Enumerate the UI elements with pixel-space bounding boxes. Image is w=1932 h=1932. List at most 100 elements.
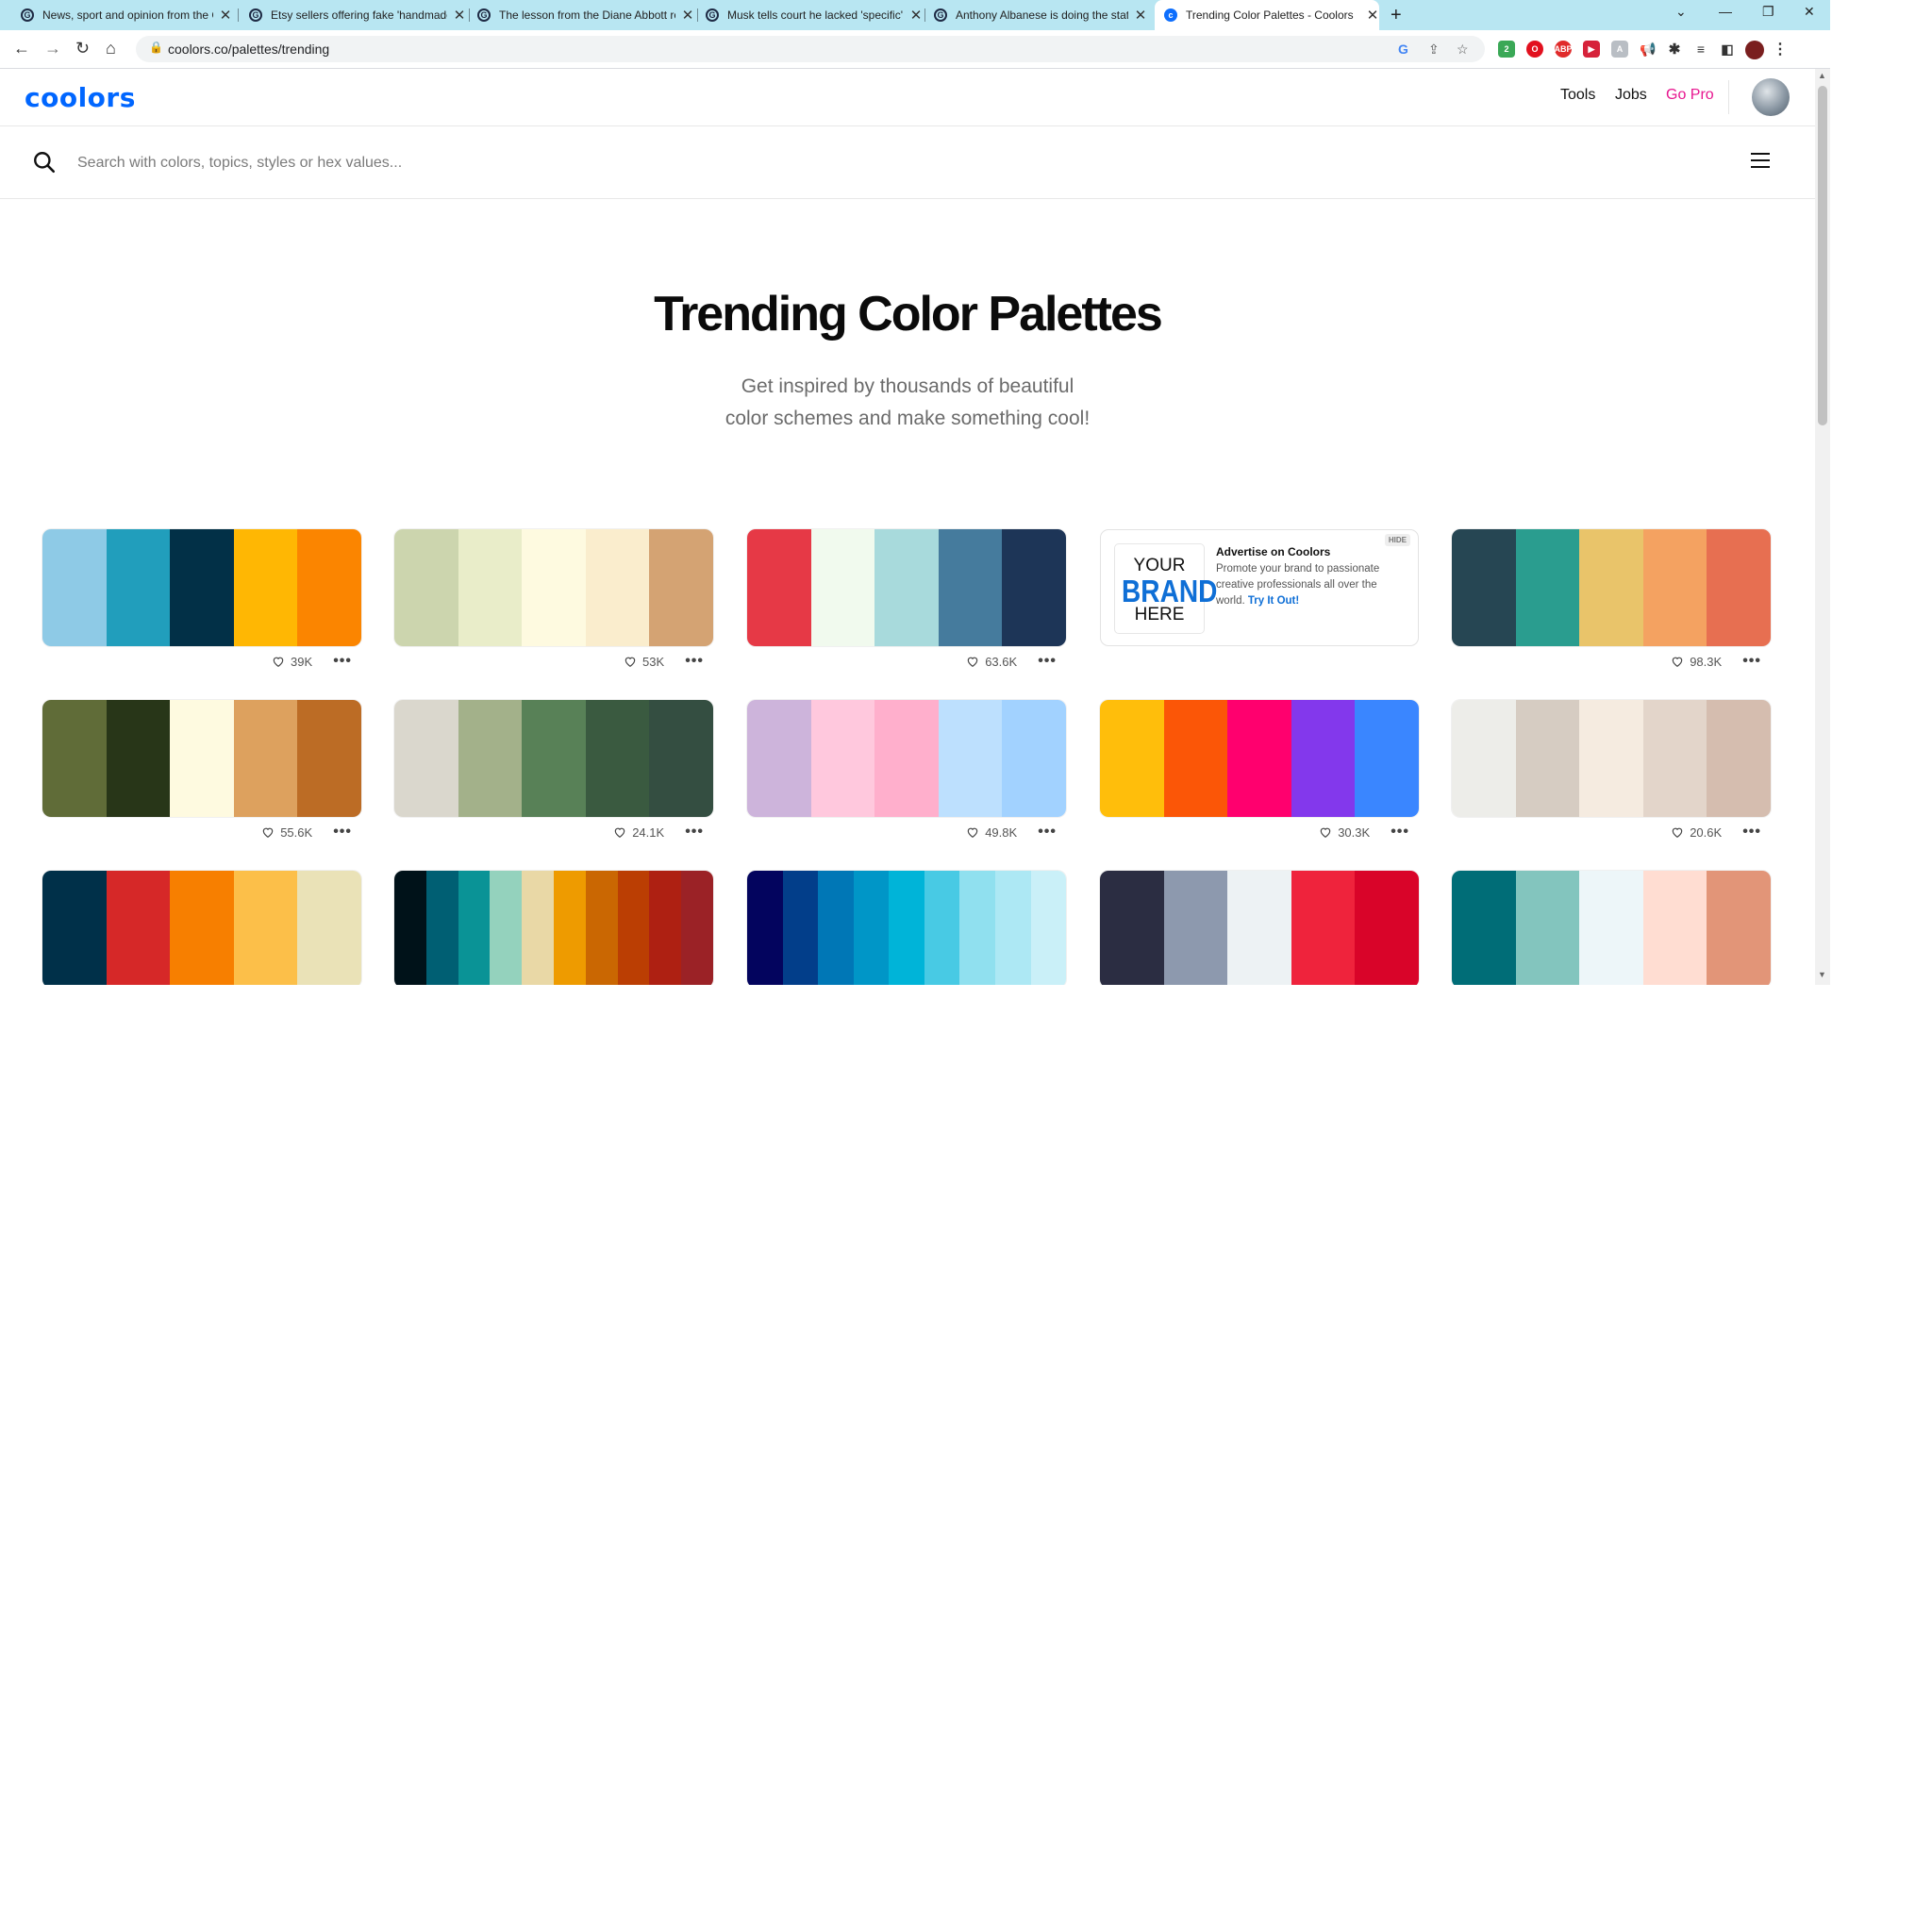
palette-card[interactable] — [394, 871, 713, 985]
heart-icon[interactable] — [1671, 825, 1684, 839]
browser-tab[interactable]: G The lesson from the Diane Abbott row ✕ — [477, 0, 694, 30]
palette-card[interactable] — [1452, 871, 1771, 985]
color-swatch[interactable] — [1227, 700, 1291, 817]
color-swatch[interactable] — [170, 871, 234, 985]
browser-tab[interactable]: G Etsy sellers offering fake 'handmade' … — [249, 0, 466, 30]
color-swatch[interactable] — [170, 529, 234, 646]
color-swatch[interactable] — [649, 700, 713, 817]
home-icon[interactable]: ⌂ — [106, 39, 116, 58]
color-swatch[interactable] — [1030, 871, 1066, 985]
color-swatch[interactable] — [297, 700, 361, 817]
heart-icon[interactable] — [1671, 655, 1684, 668]
browser-tab-active[interactable]: c Trending Color Palettes - Coolors ✕ — [1155, 0, 1379, 30]
bookmark-star-icon[interactable]: ☆ — [1457, 42, 1469, 58]
minimize-button[interactable]: — — [1719, 4, 1732, 19]
color-swatch[interactable] — [1579, 871, 1643, 985]
palette-card[interactable] — [42, 871, 361, 985]
ad-card[interactable]: YOUR BRAND HERE Advertise on Coolors Pro… — [1100, 529, 1419, 646]
nav-tools[interactable]: Tools — [1560, 87, 1595, 104]
color-swatch[interactable] — [522, 871, 554, 985]
scroll-down-arrow[interactable]: ▼ — [1818, 970, 1826, 979]
color-swatch[interactable] — [1515, 529, 1580, 646]
forward-icon[interactable]: → — [44, 39, 61, 58]
color-swatch[interactable] — [747, 871, 783, 985]
color-swatch[interactable] — [1579, 700, 1643, 817]
color-swatch[interactable] — [1452, 871, 1516, 985]
close-tab-icon[interactable]: ✕ — [453, 7, 466, 24]
color-swatch[interactable] — [924, 871, 960, 985]
address-url[interactable]: coolors.co/palettes/trending — [168, 42, 329, 57]
color-swatch[interactable] — [425, 871, 458, 985]
heart-icon[interactable] — [261, 825, 275, 839]
color-swatch[interactable] — [233, 529, 298, 646]
color-swatch[interactable] — [1291, 871, 1356, 985]
ad-hide-button[interactable]: HIDE — [1384, 534, 1410, 546]
heart-icon[interactable] — [272, 655, 285, 668]
more-options-icon[interactable]: ••• — [1742, 824, 1761, 841]
close-tab-icon[interactable]: ✕ — [909, 7, 923, 24]
adblock-icon[interactable]: ABP — [1555, 41, 1573, 58]
color-swatch[interactable] — [1227, 871, 1291, 985]
more-options-icon[interactable]: ••• — [685, 824, 704, 841]
color-swatch[interactable] — [458, 871, 491, 985]
color-swatch[interactable] — [1452, 700, 1516, 817]
color-swatch[interactable] — [585, 871, 618, 985]
close-tab-icon[interactable]: ✕ — [1134, 7, 1147, 24]
side-panel-icon[interactable]: ◧ — [1719, 41, 1736, 58]
coolors-logo[interactable]: coolors — [25, 82, 136, 113]
heart-icon[interactable] — [613, 825, 626, 839]
color-swatch[interactable] — [994, 871, 1031, 985]
color-swatch[interactable] — [1707, 700, 1771, 817]
page-scrollbar[interactable]: ▲ ▼ — [1815, 69, 1830, 985]
color-swatch[interactable] — [1452, 529, 1516, 646]
palette-swatches[interactable] — [394, 700, 713, 817]
color-swatch[interactable] — [585, 529, 650, 646]
scrollbar-thumb[interactable] — [1818, 86, 1827, 425]
color-swatch[interactable] — [42, 529, 107, 646]
color-swatch[interactable] — [106, 700, 171, 817]
color-swatch[interactable] — [1163, 700, 1228, 817]
more-options-icon[interactable]: ••• — [1038, 653, 1057, 670]
color-swatch[interactable] — [394, 871, 426, 985]
nav-go-pro[interactable]: Go Pro — [1666, 87, 1714, 104]
palette-card[interactable]: 55.6K ••• — [42, 700, 361, 847]
palette-card[interactable]: 98.3K ••• — [1452, 529, 1771, 676]
color-swatch[interactable] — [297, 529, 361, 646]
heart-icon[interactable] — [624, 655, 637, 668]
color-swatch[interactable] — [106, 529, 171, 646]
color-swatch[interactable] — [959, 871, 995, 985]
color-swatch[interactable] — [458, 529, 523, 646]
color-swatch[interactable] — [233, 700, 298, 817]
color-swatch[interactable] — [1707, 529, 1771, 646]
color-swatch[interactable] — [1515, 700, 1580, 817]
share-icon[interactable]: ⇪ — [1428, 42, 1440, 58]
color-swatch[interactable] — [810, 529, 875, 646]
close-tab-icon[interactable]: ✕ — [1366, 7, 1379, 24]
color-swatch[interactable] — [522, 700, 586, 817]
color-swatch[interactable] — [522, 529, 586, 646]
palette-card[interactable]: 24.1K ••• — [394, 700, 713, 847]
color-swatch[interactable] — [1707, 871, 1771, 985]
reload-icon[interactable]: ↻ — [75, 39, 90, 58]
color-swatch[interactable] — [1100, 871, 1164, 985]
more-options-icon[interactable]: ••• — [685, 653, 704, 670]
user-avatar[interactable] — [1752, 78, 1790, 116]
search-input[interactable] — [75, 147, 1494, 179]
restore-button[interactable]: ❐ — [1762, 4, 1774, 20]
color-swatch[interactable] — [585, 700, 650, 817]
browser-tab[interactable]: G Musk tells court he lacked 'specific' … — [706, 0, 923, 30]
palette-card[interactable]: 49.8K ••• — [747, 700, 1066, 847]
extension-grey-icon[interactable]: A — [1611, 41, 1628, 58]
tab-search-icon[interactable]: ⌄ — [1675, 4, 1687, 20]
heart-icon[interactable] — [966, 655, 979, 668]
extension-shield-icon[interactable]: 2 — [1498, 41, 1515, 58]
color-swatch[interactable] — [853, 871, 890, 985]
color-swatch[interactable] — [170, 700, 234, 817]
color-swatch[interactable] — [782, 871, 819, 985]
google-lens-icon[interactable]: G — [1398, 42, 1408, 57]
color-swatch[interactable] — [1100, 700, 1164, 817]
color-swatch[interactable] — [1642, 871, 1707, 985]
palette-swatches[interactable] — [394, 529, 713, 646]
extensions-puzzle-icon[interactable]: ✱ — [1666, 41, 1683, 58]
kebab-menu-icon[interactable]: ⋮ — [1772, 41, 1789, 58]
